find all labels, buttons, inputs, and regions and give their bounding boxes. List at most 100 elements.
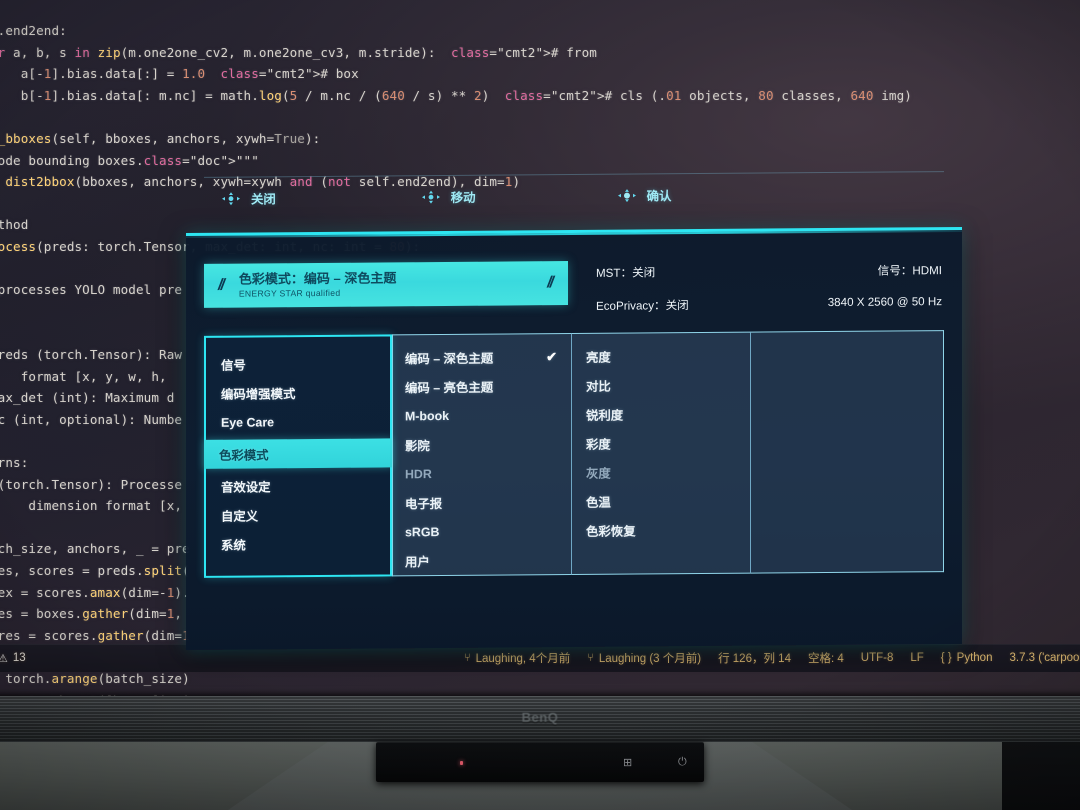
osd-category-item[interactable]: 系统 — [206, 528, 390, 558]
osd-category-item[interactable]: 编码增强模式 — [206, 377, 390, 407]
dpad-confirm-icon — [616, 188, 638, 204]
monitor-osd-menu: // 色彩模式：编码 – 深色主题 ENERGY STAR qualified … — [186, 171, 962, 651]
osd-confirm-label: 确认 — [646, 189, 672, 204]
osd-picture-setting-item[interactable]: 色温 — [572, 486, 750, 516]
status-warnings-count: 13 — [12, 652, 26, 664]
code-line: -processes YOLO model pre — [0, 282, 183, 298]
braces-icon: { } — [940, 652, 952, 664]
osd-color-mode-item-label: 影院 — [404, 438, 430, 453]
power-led-icon — [460, 761, 463, 765]
status-eol[interactable]: LF — [910, 652, 923, 664]
osd-picture-setting-item[interactable]: 灰度 — [572, 457, 750, 487]
osd-category-item[interactable]: 色彩模式 — [204, 438, 392, 469]
osd-color-mode-item-label: sRGB — [404, 524, 440, 539]
osd-picture-settings-column: 亮度对比锐利度彩度灰度色温色彩恢复 — [572, 331, 752, 576]
osd-category-column: 信号编码增强模式 Eye Care 色彩模式音效设定自定义系统 — [204, 334, 392, 578]
git-branch-icon-2: ⑂ — [587, 652, 594, 664]
status-encoding[interactable]: UTF-8 — [861, 652, 894, 664]
code-line: ethod — [0, 217, 29, 233]
code-line: f.end2end: — [0, 23, 67, 38]
dpad-move-icon — [420, 189, 442, 205]
osd-color-mode-item[interactable]: sRGB — [393, 516, 571, 546]
code-line: e_bboxes(self, bboxes, anchors, xywh=Tru… — [0, 131, 321, 146]
code-line: a[-1].bias.data[:] = 1.0 class="cmt2"># … — [20, 66, 359, 82]
osd-color-mode-item-label: 编码 – 深色主题 — [404, 351, 494, 366]
osd-picture-setting-item-label: 灰度 — [586, 466, 611, 481]
status-cursor-position[interactable]: 行 126，列 14 — [718, 650, 791, 666]
code-line: max_det (int): Maximum d — [0, 390, 175, 406]
brand-logo: BenQ — [521, 710, 559, 725]
osd-category-item[interactable]: 音效设定 — [206, 470, 390, 500]
power-button-icon[interactable]: ⏻ — [678, 756, 687, 769]
status-interpreter[interactable]: 3.7.3 ('carpool — [1009, 652, 1080, 664]
code-line: preds (torch.Tensor): Raw — [0, 347, 183, 362]
osd-picture-setting-item[interactable]: 色彩恢复 — [572, 515, 750, 545]
osd-category-item-label: 信号 — [221, 358, 246, 373]
osd-category-item[interactable]: 信号 — [206, 348, 390, 378]
monitor-control-strip: ⊞ ⏻ — [376, 742, 704, 782]
warning-triangle-icon: ⚠ — [0, 652, 8, 665]
code-line: tch_size, anchors, _ = pre — [0, 541, 190, 557]
osd-confirm-button[interactable]: 确认 — [616, 186, 672, 204]
osd-picture-setting-item[interactable]: 亮度 — [572, 341, 750, 371]
background-dark-right — [1002, 742, 1080, 810]
osd-color-mode-item[interactable]: 影院 — [393, 429, 571, 459]
osd-category-item-label: 系统 — [221, 538, 246, 553]
photo-of-monitor: f.end2end: or a, b, s in zip(m.one2one_cv… — [0, 0, 1080, 810]
osd-footer: 关闭 移动 确认 — [204, 171, 944, 220]
status-warnings[interactable]: ⚠ 13 — [0, 652, 26, 665]
osd-category-item-label: 音效设定 — [221, 479, 271, 495]
osd-picture-setting-item-label: 彩度 — [586, 437, 611, 452]
input-source-button-icon[interactable]: ⊞ — [623, 756, 632, 769]
osd-color-mode-item-label: HDR — [404, 466, 432, 481]
osd-category-item[interactable]: 自定义 — [206, 499, 390, 529]
osd-picture-setting-item[interactable]: 锐利度 — [572, 399, 750, 429]
status-git-blame-right[interactable]: ⑂ Laughing (3 个月前) — [587, 650, 701, 666]
osd-color-mode-item-label: 电子报 — [404, 496, 443, 511]
osd-category-item-label: 色彩模式 — [219, 447, 269, 463]
osd-ecoprivacy-status: EcoPrivacy：关闭 — [596, 299, 689, 313]
osd-close-label: 关闭 — [251, 192, 276, 207]
osd-picture-setting-item[interactable]: 彩度 — [572, 428, 750, 458]
osd-picture-setting-item-label: 色彩恢复 — [586, 524, 636, 539]
osd-category-item[interactable]: Eye Care — [206, 406, 390, 436]
status-language[interactable]: { } Python — [941, 652, 993, 664]
osd-color-mode-column: 编码 – 深色主题 ✔ 编码 – 亮色主题 M-book 影院 HDR 电子报 sRGB 用户 — [391, 333, 573, 577]
code-line: or a, b, s in zip(m.one2one_cv2, m.one2o… — [0, 44, 597, 60]
status-git-blame-left[interactable]: ⑂ Laughing, 4个月前 — [464, 650, 570, 666]
code-line: format [x, y, w, h, — [0, 368, 167, 384]
osd-bottom-glow — [186, 229, 962, 239]
code-line: urns: — [0, 455, 29, 470]
code-line: (torch.Tensor): Processe — [0, 476, 183, 492]
osd-close-button[interactable]: 关闭 — [220, 189, 276, 207]
slash-decoration-left-icon: // — [218, 276, 223, 294]
osd-picture-setting-item-label: 亮度 — [586, 350, 611, 365]
osd-color-mode-item[interactable]: M-book — [393, 400, 571, 430]
osd-info-panel: MST：关闭 信号：HDMI EcoPrivacy：关闭 3840 X 2560… — [596, 258, 942, 314]
osd-color-mode-item[interactable]: 编码 – 亮色主题 — [393, 371, 571, 401]
slash-decoration-right-icon: // — [547, 274, 552, 292]
osd-picture-setting-item-label: 对比 — [586, 379, 611, 394]
osd-empty-column — [751, 330, 944, 574]
code-line: code bounding boxes.class="doc">""" — [0, 152, 259, 168]
osd-resolution-status: 3840 X 2560 @ 50 Hz — [827, 295, 942, 310]
code-line: nc (int, optional): Numbe — [0, 411, 183, 427]
osd-mst-status: MST：关闭 — [596, 266, 656, 280]
osd-picture-setting-item-label: 锐利度 — [586, 408, 624, 423]
osd-color-mode-item[interactable]: 电子报 — [393, 487, 571, 517]
osd-color-mode-item-label: 编码 – 亮色主题 — [404, 380, 494, 395]
code-line: xes = boxes.gather(dim=1, — [0, 606, 183, 622]
osd-category-item-label: 编码增强模式 — [221, 386, 296, 402]
osd-color-mode-item[interactable]: HDR — [393, 458, 571, 488]
osd-energy-star-label: ENERGY STAR qualified — [238, 287, 341, 299]
code-line: dex = scores.amax(dim=-1). — [0, 584, 190, 600]
osd-color-mode-item[interactable]: 用户 — [393, 545, 571, 575]
osd-move-button[interactable]: 移动 — [420, 188, 476, 206]
code-line: xes, scores = preds.split( — [0, 563, 190, 578]
osd-color-mode-item[interactable]: 编码 – 深色主题 ✔ — [393, 342, 571, 372]
status-language-label: Python — [956, 652, 993, 664]
code-line: b[-1].bias.data[: m.nc] = math.log(5 / m… — [20, 87, 912, 103]
osd-picture-setting-item[interactable]: 对比 — [572, 370, 750, 400]
status-git-blame-right-label: Laughing (3 个月前) — [598, 653, 702, 665]
status-indentation[interactable]: 空格: 4 — [808, 650, 844, 666]
